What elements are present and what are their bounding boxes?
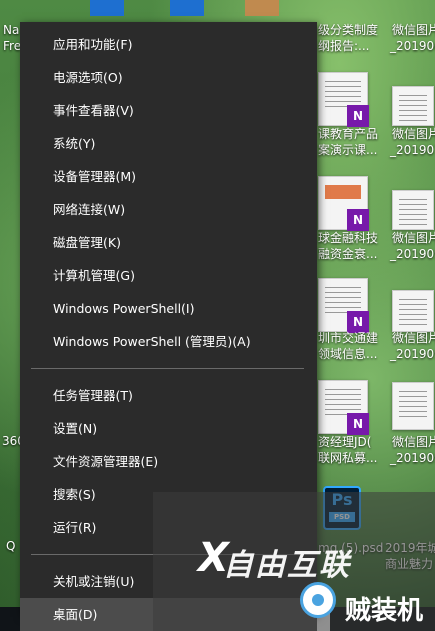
menu-item-power-options[interactable]: 电源选项(O) [20,61,317,94]
menu-separator [31,368,304,369]
desktop-icon-label: 微信图片 [392,23,435,37]
watermark-brand-2: 贼装机 [345,596,424,626]
desktop-icon-label: 级分类制度 [318,23,379,37]
onenote-file-icon[interactable]: N [318,72,369,127]
image-file-icon[interactable] [392,190,434,230]
image-file-icon[interactable] [392,290,434,332]
desktop-icon-label[interactable]: 球金融科技 [318,230,378,246]
desktop-icon-label[interactable]: 课教育产品 [318,126,378,142]
desktop-icon-label[interactable]: 商业魅力 [385,556,433,572]
menu-item-desktop[interactable]: 桌面(D) [20,598,317,631]
desktop-icon-label[interactable]: _201909 [390,246,435,262]
desktop-icon-label[interactable]: 微信图片 [392,230,435,246]
desktop-icon-label[interactable]: 联网私募... [318,450,377,466]
menu-item-powershell-admin[interactable]: Windows PowerShell (管理员)(A) [20,325,317,358]
desktop-icon-label[interactable]: Fre [3,38,21,54]
ps-icon-text: Ps [331,490,353,509]
desktop-icon-label: 纲报告:... [318,39,370,53]
desktop-icon-label[interactable]: _201909 [390,346,435,362]
watermark-brand: 自由互联 [223,548,351,583]
desktop-icon-label[interactable]: 资经理JD( [318,434,371,450]
psd-badge: PSD [329,512,355,522]
desktop-icon-partial[interactable] [170,0,204,16]
menu-item-event-viewer[interactable]: 事件查看器(V) [20,94,317,127]
menu-item-file-explorer[interactable]: 文件资源管理器(E) [20,445,317,478]
menu-item-device-manager[interactable]: 设备管理器(M) [20,160,317,193]
menu-item-task-manager[interactable]: 任务管理器(T) [20,379,317,412]
winx-context-menu: 应用和功能(F) 电源选项(O) 事件查看器(V) 系统(Y) 设备管理器(M)… [20,22,317,631]
image-file-icon[interactable] [392,86,434,126]
desktop-icon-partial[interactable] [245,0,279,16]
menu-item-powershell[interactable]: Windows PowerShell(I) [20,292,317,325]
menu-item-apps-features[interactable]: 应用和功能(F) [20,28,317,61]
onenote-file-icon[interactable]: N [318,278,369,333]
desktop-icon-label[interactable]: _201909 [390,450,435,466]
menu-item-disk-management[interactable]: 磁盘管理(K) [20,226,317,259]
desktop-icon-label[interactable]: _201907 [390,142,435,158]
menu-item-network-connections[interactable]: 网络连接(W) [20,193,317,226]
menu-item-system[interactable]: 系统(Y) [20,127,317,160]
desktop-icon-label: _201906 [390,39,435,53]
desktop-icon-label[interactable]: 领域信息... [318,346,377,362]
watermark-circle-icon [300,582,336,618]
desktop-icon-label[interactable]: 融资金衰... [318,246,377,262]
desktop-icon-label[interactable]: 2019年城 [385,540,435,556]
desktop-icon-label[interactable]: 案演示课... [318,142,377,158]
menu-item-settings[interactable]: 设置(N) [20,412,317,445]
desktop-icon-label[interactable]: 微信图片 [392,126,435,142]
photoshop-file-icon[interactable]: Ps PSD [323,486,361,530]
desktop-icon-label[interactable]: 微信图片 [392,434,435,450]
desktop-icon-label[interactable]: 微信图片 [392,330,435,346]
desktop-icon-label[interactable]: Q [6,538,15,554]
onenote-file-icon[interactable]: N [318,176,369,231]
menu-item-computer-management[interactable]: 计算机管理(G) [20,259,317,292]
desktop-icon-partial[interactable] [90,0,124,16]
image-file-icon[interactable] [392,382,434,430]
desktop-icon-label[interactable]: Na [3,22,19,38]
onenote-file-icon[interactable]: N [318,380,369,435]
menu-item-search[interactable]: 搜索(S) [20,478,317,511]
desktop-icon-label[interactable]: 圳市交通建 [318,330,378,346]
